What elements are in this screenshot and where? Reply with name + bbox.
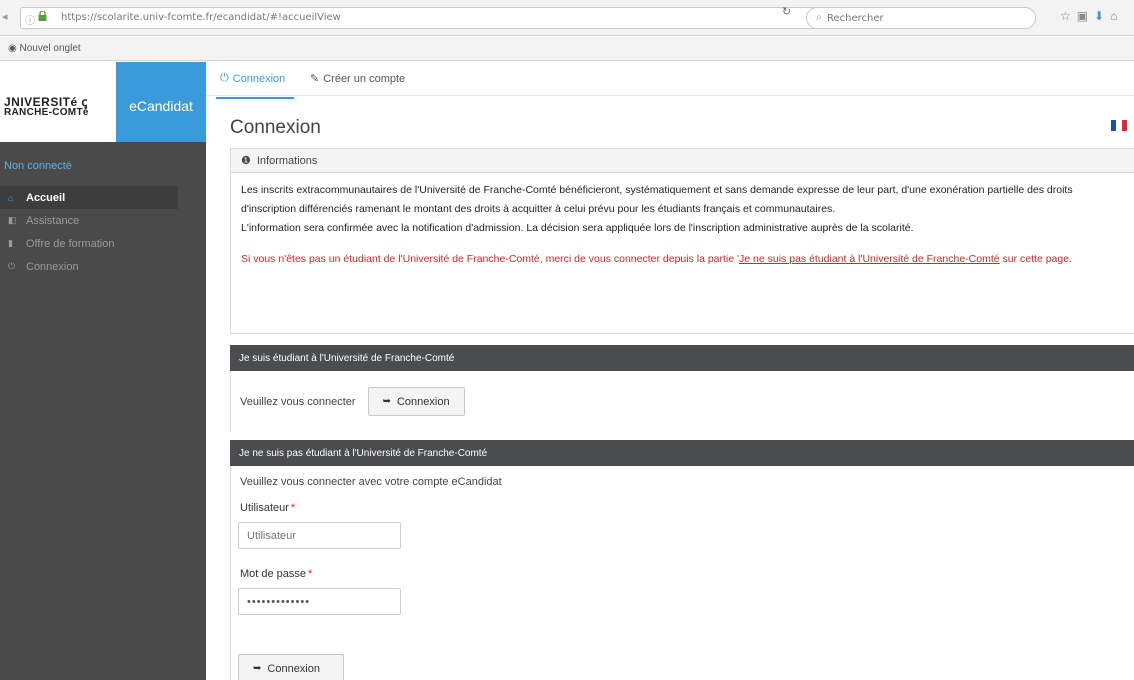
connection-status: Non connecté xyxy=(4,160,72,172)
student-panel-header: Je suis étudiant à l'Université de Franc… xyxy=(230,345,1134,371)
non-student-panel: Je ne suis pas étudiant à l'Université d… xyxy=(230,440,1134,680)
non-student-panel-header: Je ne suis pas étudiant à l'Université d… xyxy=(230,440,1134,466)
search-icon: ⌕ xyxy=(816,12,822,23)
non-student-link[interactable]: Je ne suis pas étudiant à l'Université d… xyxy=(739,253,1000,265)
info-icon[interactable]: ⓘ xyxy=(25,12,35,27)
button-label: Connexion xyxy=(267,662,320,675)
tab-creer-un-compte[interactable]: ✎ Créer un compte xyxy=(310,72,406,86)
address-bar[interactable]: ⓘ https://scolarite.univ-fcomte.fr/ecand… xyxy=(20,7,840,29)
sidebar-item-offre-de-formation[interactable]: ▮ Offre de formation xyxy=(0,232,206,255)
sign-in-icon: ➥ xyxy=(382,396,391,407)
info-icon: ❶ xyxy=(241,155,251,167)
sidebar-item-assistance[interactable]: ◧ Assistance xyxy=(0,209,206,232)
info-panel-body: Les inscrits extracommunautaires de l'Un… xyxy=(231,173,1134,269)
browser-search[interactable]: ⌕ xyxy=(806,7,1036,29)
university-logo[interactable]: JNIVERSITé ꞔ RANCHE-COMTé xyxy=(0,62,116,142)
sidebar-item-accueil[interactable]: ⌂ Accueil xyxy=(0,186,178,209)
bookmark-item[interactable]: ◉ Nouvel onglet xyxy=(8,43,81,54)
sign-in-icon: ➥ xyxy=(253,663,262,674)
browser-toolbar: ◂ ⓘ https://scolarite.univ-fcomte.fr/eca… xyxy=(0,0,1134,36)
tab-connexion[interactable]: ⏻ Connexion xyxy=(215,72,295,99)
student-panel: Je suis étudiant à l'Université de Franc… xyxy=(230,345,1134,432)
reload-icon[interactable]: ↻ xyxy=(782,5,791,18)
sidebar-item-label: Offre de formation xyxy=(26,237,115,250)
download-icon[interactable]: ⬇ xyxy=(1094,9,1110,23)
back-icon[interactable]: ◂ xyxy=(2,10,8,23)
lock-icon xyxy=(38,11,47,21)
sidebar-item-label: Assistance xyxy=(26,214,80,227)
tab-label: Créer un compte xyxy=(323,72,406,85)
french-flag-icon[interactable] xyxy=(1111,120,1127,131)
tab-bar: ⏻ Connexion ✎ Créer un compte xyxy=(206,62,1134,99)
browser-tool-icons: ☆▣⬇⌂ xyxy=(1060,9,1123,23)
page-title: Connexion xyxy=(230,117,321,138)
required-mark: * xyxy=(308,568,313,580)
power-icon: ⏻ xyxy=(220,72,229,84)
username-label: Utilisateur * xyxy=(240,502,296,514)
non-student-lead: Veuillez vous connecter avec votre compt… xyxy=(240,476,502,488)
non-student-connexion-button[interactable]: ➥ Connexion xyxy=(238,654,344,680)
sidebar-menu: ⌂ Accueil ◧ Assistance ▮ Offre de format… xyxy=(0,186,206,278)
logo-line-2: RANCHE-COMTé xyxy=(4,107,89,118)
bookmarks-bar: ◉ Nouvel onglet xyxy=(0,37,1134,61)
student-prompt: Veuillez vous connecter xyxy=(240,395,356,408)
warning-paragraph: Si vous n'êtes pas un étudiant de l'Univ… xyxy=(241,253,1072,265)
power-icon: ⏻ xyxy=(8,261,16,271)
url-text[interactable]: https://scolarite.univ-fcomte.fr/ecandid… xyxy=(61,12,341,23)
required-mark: * xyxy=(290,502,296,514)
password-label: Mot de passe * xyxy=(240,568,313,580)
student-connexion-button[interactable]: ➥ Connexion xyxy=(367,387,465,416)
sidebar-item-label: Connexion xyxy=(26,260,79,273)
bookmark-icon: ▮ xyxy=(8,238,13,248)
sidebar-item-connexion[interactable]: ⏻ Connexion xyxy=(0,255,206,278)
assistance-icon: ◧ xyxy=(8,215,17,225)
sidebar: JNIVERSITé ꞔ RANCHE-COMTé eCandidat Non … xyxy=(0,62,206,680)
main-content: ⏻ Connexion ✎ Créer un compte Connexion … xyxy=(206,62,1134,680)
button-label: Connexion xyxy=(396,395,450,408)
password-input[interactable] xyxy=(238,588,401,615)
clipboard-icon[interactable]: ▣ xyxy=(1077,9,1094,23)
username-input[interactable] xyxy=(238,522,401,549)
tab-label: Connexion xyxy=(232,72,286,85)
info-panel: ❶ Informations Les inscrits extracommuna… xyxy=(230,148,1134,334)
brand-title[interactable]: eCandidat xyxy=(116,62,206,142)
info-panel-title: Informations xyxy=(256,154,318,167)
info-panel-header: ❶ Informations xyxy=(231,149,1134,173)
browser-search-input[interactable] xyxy=(827,10,1027,26)
home-icon[interactable]: ⌂ xyxy=(1110,9,1123,23)
wand-icon: ✎ xyxy=(310,73,320,85)
star-icon[interactable]: ☆ xyxy=(1060,9,1077,23)
non-student-panel-body: Veuillez vous connecter avec votre compt… xyxy=(230,466,1134,680)
sidebar-item-label: Accueil xyxy=(26,191,66,204)
info-paragraph: Les inscrits extracommunautaires de l'Un… xyxy=(241,184,1073,234)
home-icon: ⌂ xyxy=(8,192,14,203)
student-panel-body: Veuillez vous connecter ➥ Connexion xyxy=(230,371,1134,432)
